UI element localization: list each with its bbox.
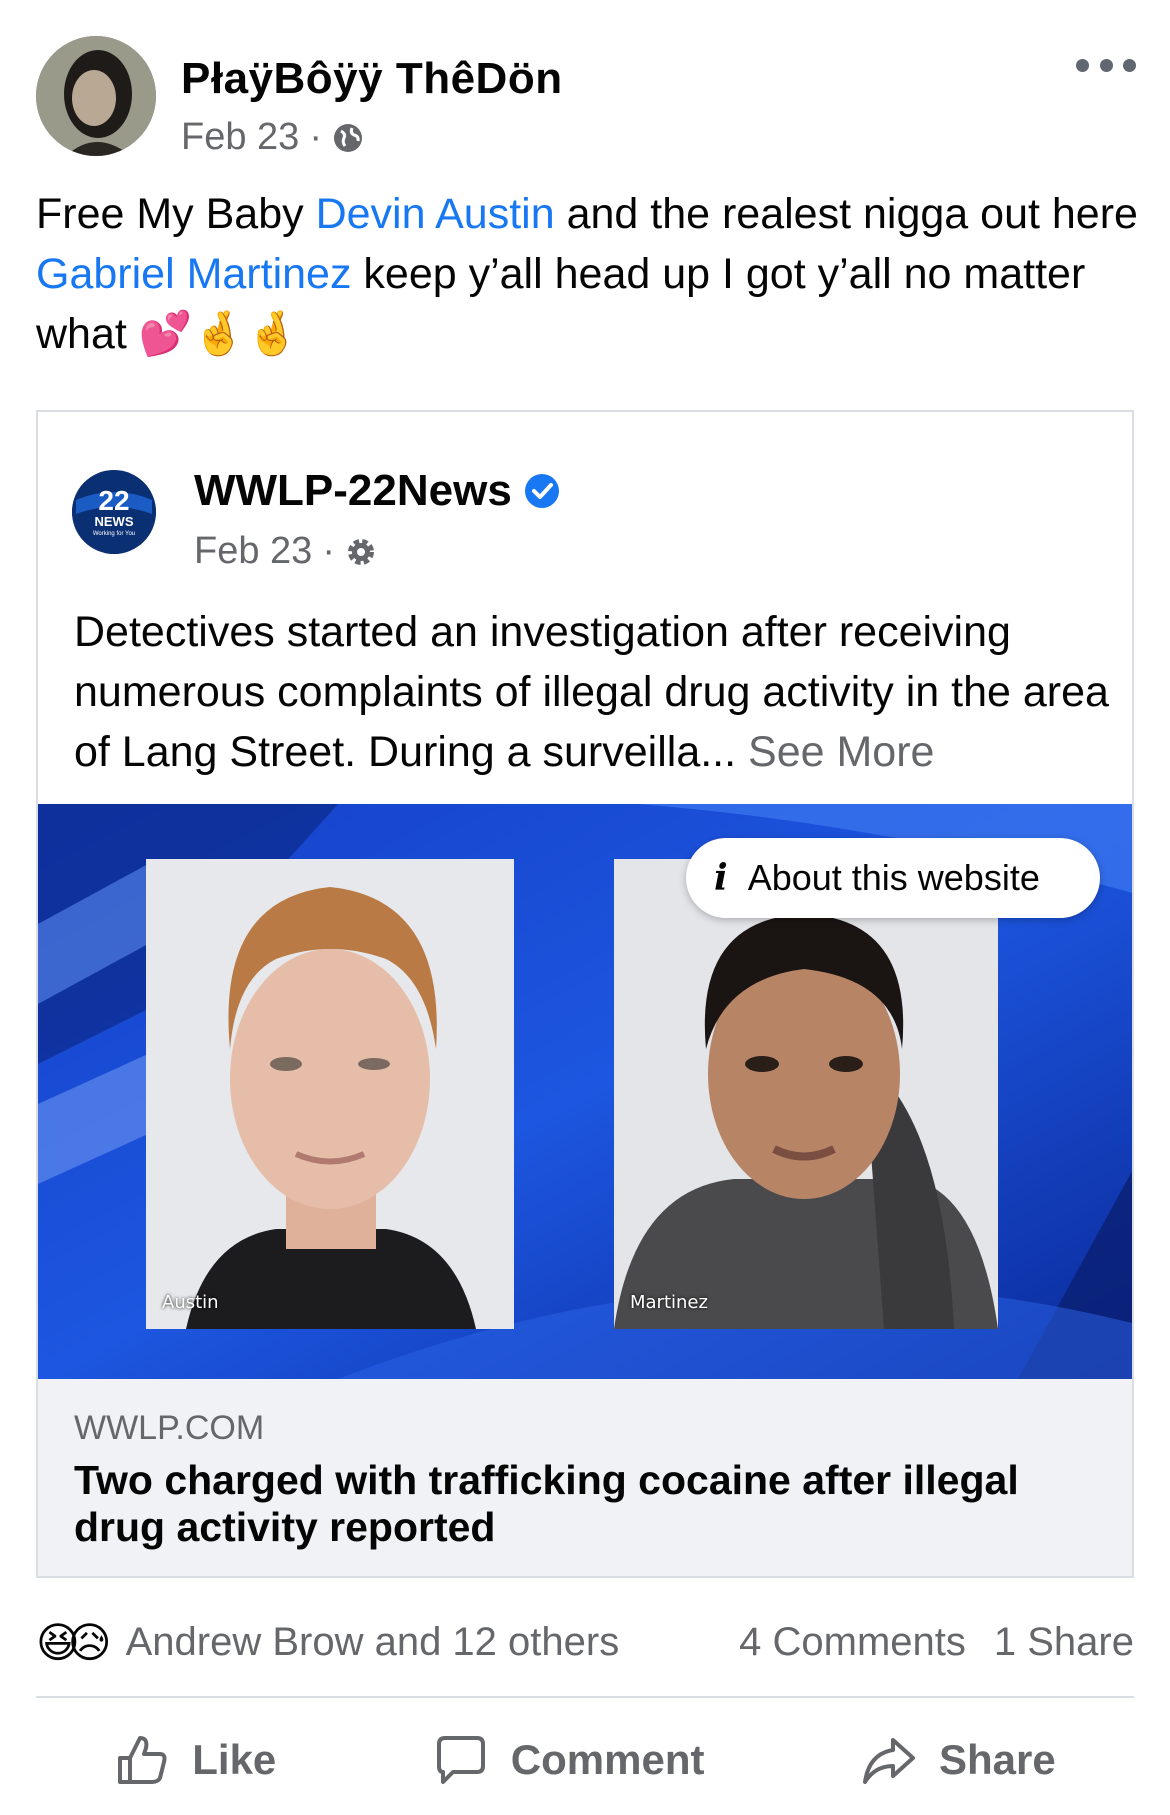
shared-post-header: 22 NEWS Working for You WWLP-22News Feb … (72, 460, 1092, 573)
post-date[interactable]: Feb 23 (181, 116, 299, 159)
share-button[interactable]: Share (861, 1732, 1056, 1788)
reaction-icons[interactable]: 😆 😥 (36, 1618, 112, 1667)
see-more-link[interactable]: See More (748, 728, 934, 776)
like-label: Like (192, 1736, 277, 1783)
author-avatar[interactable] (36, 36, 156, 156)
share-arrow-icon (862, 1738, 915, 1784)
post-actions: Like Comment Share (36, 1710, 1134, 1810)
thumbs-up-icon (118, 1736, 167, 1784)
about-this-website-button[interactable]: i About this website (686, 838, 1100, 918)
post-meta: Feb 23 · (181, 116, 364, 159)
meta-separator: · (309, 116, 322, 158)
shared-post-meta: Feb 23 · (194, 530, 377, 573)
link-headline[interactable]: Two charged with trafficking cocaine aft… (74, 1457, 1094, 1551)
link-image[interactable]: Austin Martinez i About this website (38, 804, 1132, 1379)
sad-reaction-icon: 😥 (67, 1618, 112, 1666)
like-button[interactable]: Like (114, 1732, 276, 1788)
logo-word: NEWS (95, 514, 134, 529)
reactions-bar: 😆 😥 Andrew Brow and 12 others 4 Comments… (36, 1612, 1134, 1672)
comment-label: Comment (510, 1736, 705, 1783)
post-text-part: and the realest nigga out here (554, 190, 1138, 238)
info-icon: i (714, 857, 728, 899)
shared-post-date[interactable]: Feb 23 (194, 530, 312, 573)
comment-bubble-icon (436, 1736, 485, 1784)
caption-martinez: Martinez (630, 1292, 708, 1313)
author-name[interactable]: PłaÿBôÿÿ ThêDön (181, 54, 563, 104)
mugshot-martinez: Martinez (614, 859, 998, 1329)
gear-icon (347, 538, 374, 565)
logo-tagline: Working for You (93, 531, 135, 537)
mention-gabriel-martinez[interactable]: Gabriel Martinez (36, 250, 351, 298)
page-name-row: WWLP-22News (194, 466, 560, 516)
verified-badge-icon (524, 474, 559, 508)
logo-number: 22 (98, 485, 129, 516)
shares-count[interactable]: 1 Share (994, 1620, 1134, 1665)
share-label: Share (938, 1736, 1056, 1783)
link-domain: WWLP.COM (74, 1409, 265, 1447)
comment-button[interactable]: Comment (433, 1732, 705, 1788)
post-text: Free My Baby Devin Austin and the reales… (36, 184, 1146, 364)
shared-post-text: Detectives started an investigation afte… (74, 602, 1114, 782)
shared-post-card[interactable]: 22 NEWS Working for You WWLP-22News Feb … (36, 410, 1134, 1578)
comments-count[interactable]: 4 Comments (739, 1620, 966, 1665)
shared-post-body: Detectives started an investigation afte… (74, 608, 1109, 776)
wwlp-logo[interactable]: 22 NEWS Working for You (72, 470, 156, 554)
about-this-website-label: About this website (747, 857, 1040, 898)
reactions-summary[interactable]: Andrew Brow and 12 others (126, 1620, 620, 1665)
page-name[interactable]: WWLP-22News (194, 466, 512, 516)
link-preview[interactable]: WWLP.COM Two charged with trafficking co… (38, 1379, 1132, 1576)
caption-austin: Austin (162, 1292, 219, 1313)
divider (36, 1696, 1134, 1698)
post-text-part: Free My Baby (36, 190, 316, 238)
more-options-icon[interactable] (1076, 50, 1136, 80)
mugshot-austin: Austin (146, 859, 514, 1329)
post-emojis: 💕🤞🤞 (138, 310, 300, 358)
mention-devin-austin[interactable]: Devin Austin (316, 190, 555, 238)
globe-icon[interactable] (332, 122, 364, 154)
meta-separator: · (322, 530, 335, 572)
post-header: PłaÿBôÿÿ ThêDön Feb 23 · (36, 36, 1136, 161)
engagement-counts: 4 Comments 1 Share (739, 1620, 1134, 1665)
